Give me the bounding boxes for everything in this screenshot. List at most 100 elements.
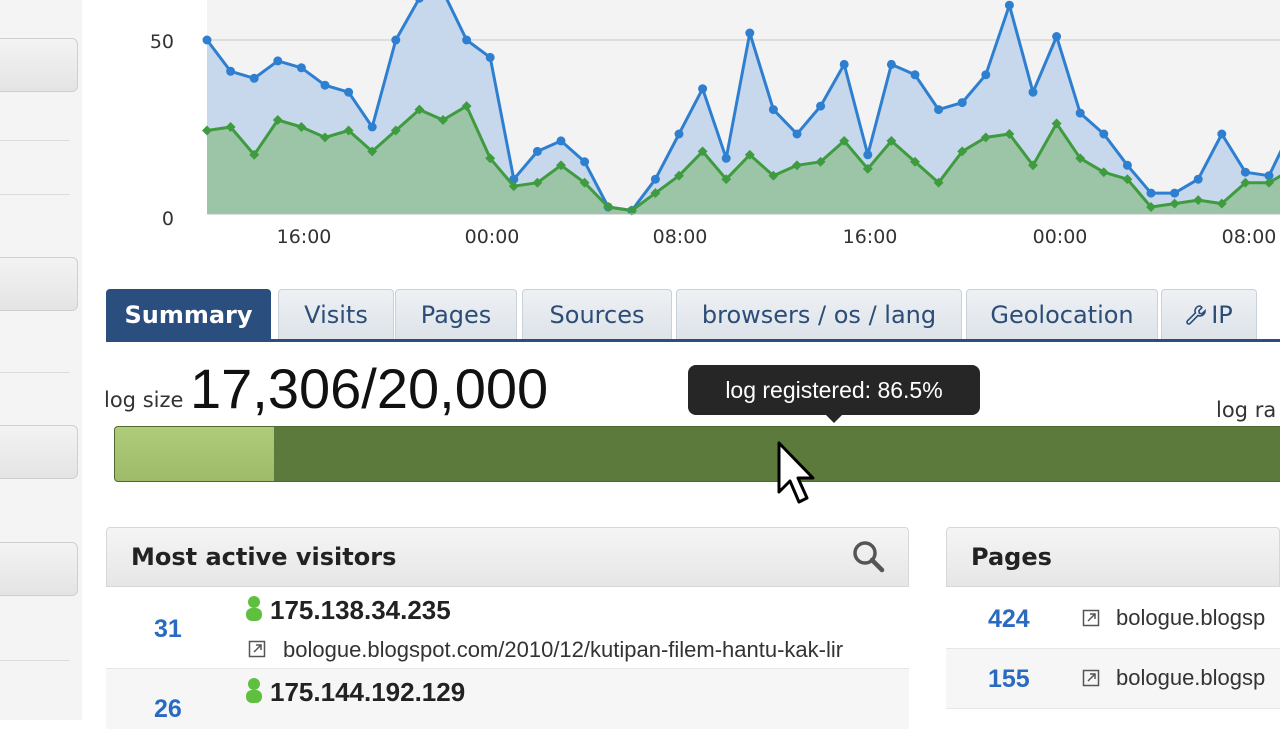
sidebar-button[interactable] [0,257,78,311]
search-icon[interactable] [851,539,885,573]
data-point[interactable] [226,66,236,76]
data-point[interactable] [745,28,755,38]
data-point[interactable] [816,101,826,111]
progress-tooltip: log registered: 86.5% [688,365,980,423]
data-point[interactable] [580,157,590,167]
tab-browsers-os-lang[interactable]: browsers / os / lang [676,289,962,339]
data-point[interactable] [957,98,967,108]
data-point[interactable] [839,59,849,69]
tab-label: Summary [124,300,253,329]
mouse-cursor-icon [777,441,815,504]
table-row[interactable]: 424 bologue.blogsp [946,589,1280,649]
tab-label: browsers / os / lang [701,300,937,329]
data-point[interactable] [910,70,920,80]
tab-summary[interactable]: Summary [106,289,271,339]
data-point[interactable] [344,87,354,97]
tab-label: Geolocation [990,300,1134,329]
tab-label: Sources [549,300,645,329]
tab-geolocation[interactable]: Geolocation [966,289,1158,339]
data-point[interactable] [1099,129,1109,139]
tab-bar: Summary Visits Pages Sources browsers / … [106,289,1280,339]
data-point[interactable] [886,59,896,69]
data-point[interactable] [768,105,778,115]
tab-label: IP [1211,300,1233,329]
pages-panel: Pages 424 bologue.blogsp 155 bologue.blo… [946,527,1280,720]
page-url[interactable]: bologue.blogsp [1116,665,1280,691]
tab-ip[interactable]: IP [1161,289,1257,339]
data-point[interactable] [367,122,377,132]
panel-header: Most active visitors [106,527,909,587]
log-rate-label: log ra [1216,398,1277,422]
wrench-icon [1186,304,1207,325]
x-tick-label: 08:00 [1222,226,1277,248]
page-url[interactable]: bologue.blogsp [1116,605,1280,631]
page-count[interactable]: 424 [988,605,1030,634]
external-link-icon [1082,669,1100,687]
visitor-page-url[interactable]: bologue.blogspot.com/2010/12/kutipan-fil… [283,637,895,663]
data-point[interactable] [1170,188,1180,198]
x-tick-label: 00:00 [1033,226,1088,248]
external-link-icon [1082,609,1100,627]
user-icon [246,596,262,621]
log-size-value: 17,306/20,000 [190,357,549,420]
sidebar-button[interactable] [0,542,78,596]
data-point[interactable] [1146,188,1156,198]
data-point[interactable] [981,70,991,80]
tab-sources[interactable]: Sources [522,289,672,339]
visit-count[interactable]: 31 [154,615,182,644]
most-active-visitors-panel: Most active visitors 31 175.138.34.235 b… [106,527,909,729]
data-point[interactable] [1122,160,1132,170]
sidebar-divider [0,660,70,661]
data-point[interactable] [532,146,542,156]
external-link-icon [248,640,266,658]
panel-title: Pages [971,543,1052,571]
data-point[interactable] [792,129,802,139]
data-point[interactable] [1075,108,1085,118]
y-tick-label: 0 [162,208,174,230]
tab-visits[interactable]: Visits [278,289,394,339]
data-point[interactable] [721,153,731,163]
y-tick-label: 50 [150,31,174,53]
panel-title: Most active visitors [131,543,397,571]
data-point[interactable] [202,35,212,45]
tab-label: Visits [304,300,368,329]
data-point[interactable] [249,73,259,83]
data-point[interactable] [556,136,566,146]
data-point[interactable] [1028,87,1038,97]
tab-label: Pages [420,300,492,329]
data-point[interactable] [391,35,401,45]
log-progress-bar[interactable] [114,426,1280,482]
data-point[interactable] [1193,174,1203,184]
visitor-ip[interactable]: 175.138.34.235 [270,595,451,626]
x-tick-label: 00:00 [465,226,520,248]
data-point[interactable] [1004,0,1014,10]
data-point[interactable] [698,84,708,94]
visitor-ip[interactable]: 175.144.192.129 [270,677,465,708]
table-row[interactable]: 26 175.144.192.129 [106,669,909,729]
table-row[interactable]: 31 175.138.34.235 bologue.blogspot.com/2… [106,589,909,669]
data-point[interactable] [674,129,684,139]
page-count[interactable]: 155 [988,665,1030,694]
data-point[interactable] [650,174,660,184]
x-tick-label: 16:00 [277,226,332,248]
table-row[interactable]: 155 bologue.blogsp [946,649,1280,709]
user-icon [246,678,262,703]
data-point[interactable] [320,80,330,90]
sidebar-divider [0,372,70,373]
x-tick-label: 16:00 [843,226,898,248]
tab-underline [106,339,1280,342]
data-point[interactable] [1052,32,1062,41]
tab-pages[interactable]: Pages [395,289,517,339]
x-tick-label: 08:00 [653,226,708,248]
data-point[interactable] [863,150,873,160]
data-point[interactable] [485,52,495,62]
sidebar-button[interactable] [0,425,78,479]
data-point[interactable] [934,105,944,115]
data-point[interactable] [273,56,283,66]
data-point[interactable] [296,63,306,73]
data-point[interactable] [462,35,472,45]
data-point[interactable] [1240,167,1250,177]
data-point[interactable] [1217,129,1227,139]
log-size-label: log size [104,388,184,412]
visits-chart: 50 0 16:00 00:00 08:00 16:00 00:00 08:00 [150,0,1280,248]
